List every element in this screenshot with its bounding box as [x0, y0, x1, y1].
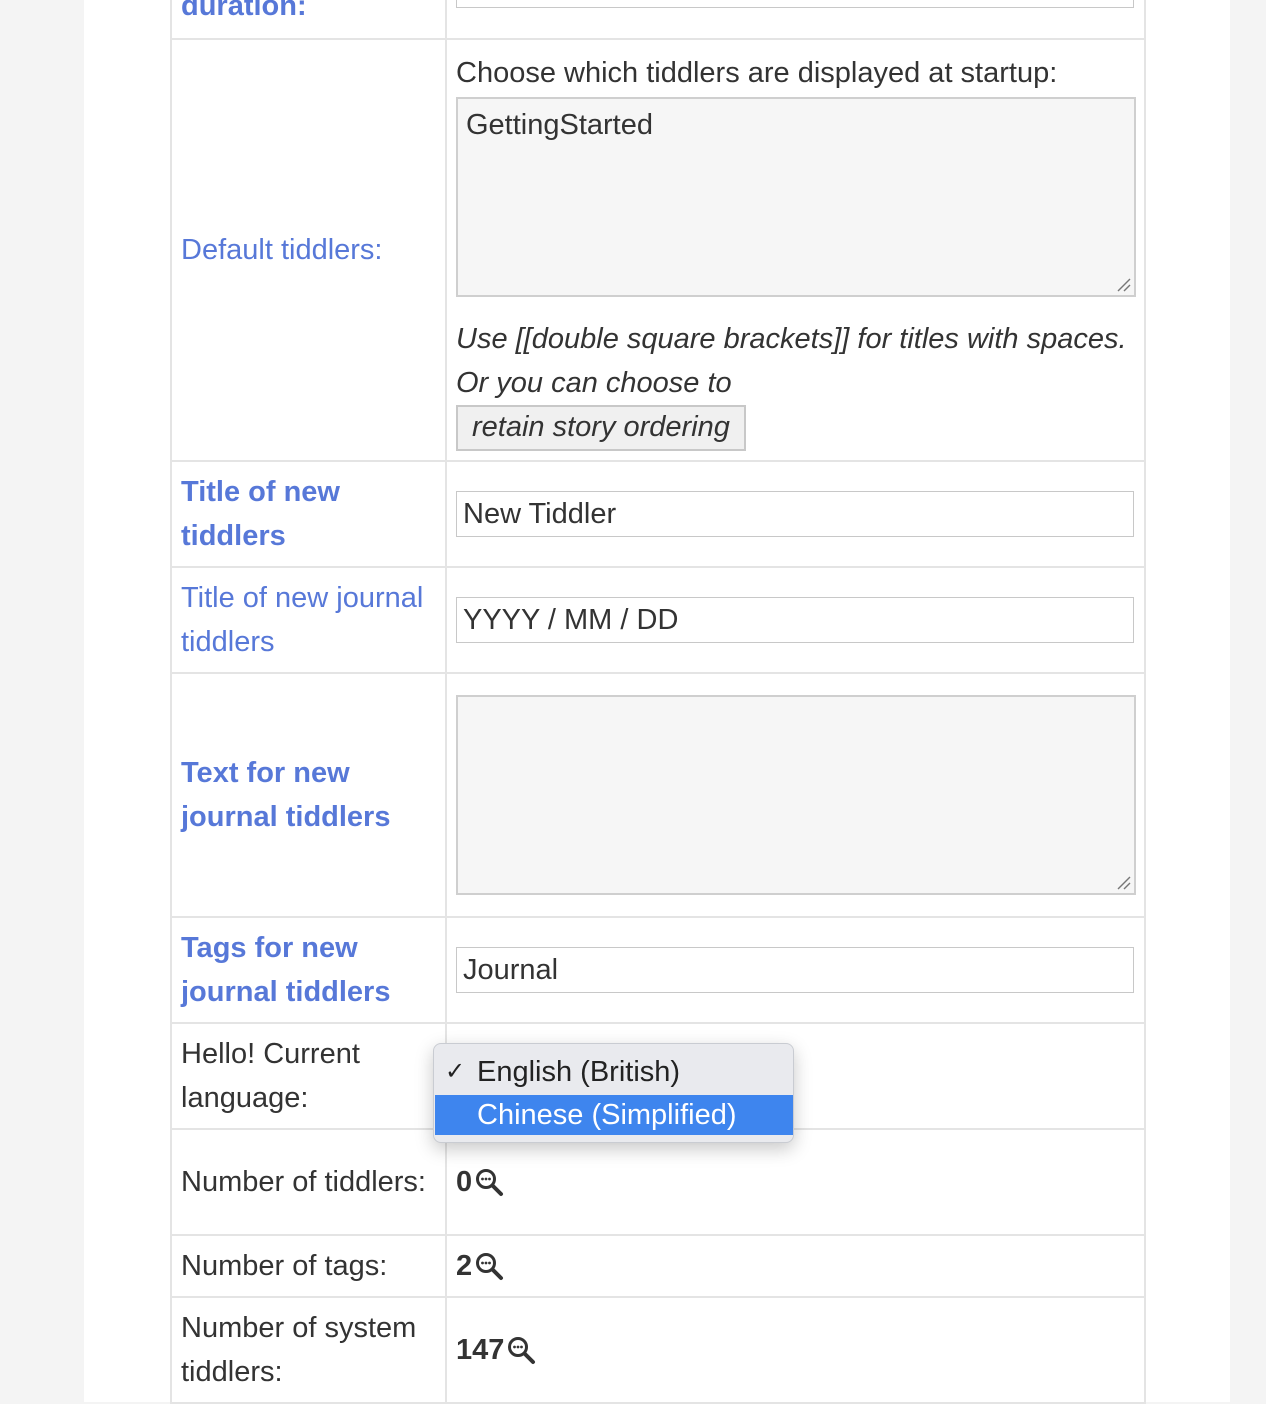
language-dropdown[interactable]: ✓ English (British) Chinese (Simplified): [433, 1043, 794, 1143]
language-option-chinese[interactable]: Chinese (Simplified): [435, 1095, 793, 1135]
magnifier-with-dots-icon[interactable]: [474, 1251, 504, 1281]
default-tiddlers-prompt: Choose which tiddlers are displayed at s…: [456, 57, 1058, 89]
row-journal-tags: Tags for new journal tiddlers: [170, 916, 1146, 1024]
default-tiddlers-hint: Use [[double square brackets]] for title…: [456, 323, 1127, 399]
num-tags-value: 2: [456, 1250, 473, 1282]
row-default-tiddlers: Default tiddlers: Choose which tiddlers …: [170, 38, 1146, 462]
row-num-tags: Number of tags: 2: [170, 1234, 1146, 1298]
journal-text-textarea[interactable]: [456, 695, 1136, 895]
checkmark-icon: ✓: [445, 1058, 466, 1085]
journal-title-input[interactable]: [456, 597, 1134, 643]
num-system-value: 147: [456, 1334, 505, 1366]
row-duration: duration:: [170, 0, 1146, 40]
language-label: Hello! Current language:: [181, 1038, 360, 1114]
magnifier-with-dots-icon[interactable]: [506, 1335, 536, 1365]
new-title-input[interactable]: [456, 491, 1134, 537]
journal-text-label[interactable]: Text for new journal tiddlers: [181, 757, 390, 833]
resize-grip-icon[interactable]: [1115, 874, 1131, 890]
journal-tags-label[interactable]: Tags for new journal tiddlers: [181, 932, 390, 1008]
new-title-label[interactable]: Title of new tiddlers: [181, 476, 340, 552]
row-journal-text: Text for new journal tiddlers: [170, 672, 1146, 918]
row-num-tiddlers: Number of tiddlers: 0: [170, 1128, 1146, 1236]
journal-title-label[interactable]: Title of new journal tiddlers: [181, 582, 423, 658]
journal-tags-input[interactable]: [456, 947, 1134, 993]
row-num-system: Number of system tiddlers: 147: [170, 1296, 1146, 1404]
row-new-title: Title of new tiddlers: [170, 460, 1146, 568]
duration-label[interactable]: duration:: [181, 0, 307, 22]
default-tiddlers-label[interactable]: Default tiddlers:: [181, 234, 383, 266]
duration-input-edge[interactable]: [456, 0, 1134, 8]
default-tiddlers-textarea[interactable]: GettingStarted: [456, 97, 1136, 297]
language-option-label: English (British): [477, 1056, 681, 1088]
num-tiddlers-value: 0: [456, 1166, 473, 1198]
num-tags-label: Number of tags:: [181, 1250, 388, 1282]
default-tiddlers-value: GettingStarted: [466, 109, 653, 141]
row-journal-title: Title of new journal tiddlers: [170, 566, 1146, 674]
language-option-english[interactable]: ✓ English (British): [435, 1052, 793, 1092]
resize-grip-icon[interactable]: [1115, 276, 1131, 292]
language-option-label: Chinese (Simplified): [477, 1099, 737, 1131]
num-system-label: Number of system tiddlers:: [181, 1312, 417, 1388]
settings-table: duration: Default tiddlers: Choose which…: [170, 0, 1146, 1404]
retain-story-ordering-button[interactable]: retain story ordering: [456, 405, 746, 451]
num-tiddlers-label: Number of tiddlers:: [181, 1166, 426, 1198]
magnifier-with-dots-icon[interactable]: [474, 1167, 504, 1197]
